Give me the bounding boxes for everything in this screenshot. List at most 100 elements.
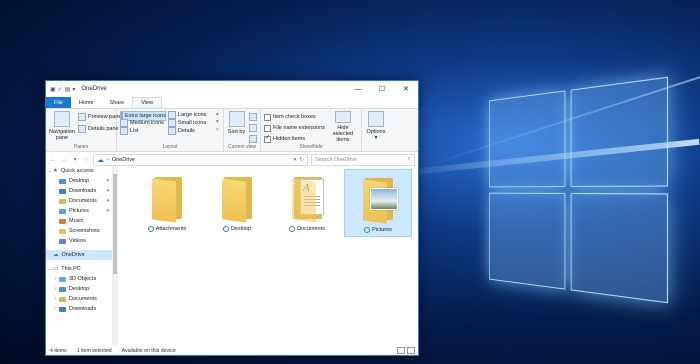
chevron-down-icon[interactable]: ▾: [294, 157, 297, 163]
chevron-right-icon[interactable]: ›: [52, 276, 59, 282]
sort-by-button[interactable]: Sort by: [227, 111, 246, 143]
new-folder-icon[interactable]: ▤: [65, 86, 71, 93]
status-bar: 4 items 1 item selected Available on thi…: [46, 346, 418, 355]
sidebar-item-quick-access[interactable]: ⌄ ★ Quick access: [46, 166, 118, 176]
checkbox-checked[interactable]: [264, 134, 271, 143]
scroll-up-icon[interactable]: ▴: [216, 111, 224, 119]
tab-file[interactable]: File: [46, 97, 71, 108]
chevron-right-icon[interactable]: ›: [52, 296, 59, 302]
chevron-right-icon[interactable]: ›: [46, 252, 53, 258]
sidebar-item-desktop[interactable]: › Desktop: [46, 284, 118, 294]
back-button[interactable]: ←: [49, 157, 57, 163]
pin-icon[interactable]: ✦: [106, 188, 110, 194]
medium-icons-option[interactable]: Medium icons: [120, 119, 166, 127]
close-button[interactable]: ✕: [394, 81, 418, 97]
details-icon: [168, 127, 176, 135]
sidebar-item-3d-objects[interactable]: › 3D Objects: [46, 274, 118, 284]
hide-selected-items-button[interactable]: Hide selected items: [328, 111, 358, 143]
add-columns-icon[interactable]: [249, 124, 257, 132]
sidebar-item-downloads[interactable]: › Downloads: [46, 304, 118, 314]
sidebar-item-documents[interactable]: Documents ✦: [46, 196, 118, 206]
scroll-down-icon[interactable]: ▾: [216, 119, 224, 127]
folder-icon: [59, 218, 66, 224]
navigation-pane-button[interactable]: Navigation pane: [49, 111, 75, 143]
options-group: Options ▾: [362, 109, 390, 151]
checkbox[interactable]: [264, 113, 271, 121]
pin-icon[interactable]: ✦: [106, 208, 110, 214]
folder-item-documents[interactable]: A Documents: [274, 169, 340, 235]
sidebar-item-documents[interactable]: › Documents: [46, 294, 118, 304]
folder-item-desktop[interactable]: Desktop: [204, 169, 270, 235]
breadcrumb-chevron-icon[interactable]: ›: [107, 157, 109, 163]
refresh-icon[interactable]: ↻: [299, 157, 304, 163]
sidebar-item-this-pc[interactable]: ⌄ ▭ This PC: [46, 264, 118, 274]
group-label: Current view: [227, 144, 257, 150]
chevron-down-icon[interactable]: ▾: [72, 86, 75, 93]
tab-share[interactable]: Share: [102, 97, 133, 108]
chevron-down-icon[interactable]: ⌄: [46, 168, 53, 174]
tab-home[interactable]: Home: [71, 97, 102, 108]
folder-icon: [59, 306, 66, 312]
sidebar-item-music[interactable]: Music: [46, 216, 118, 226]
hide-selected-icon: [334, 111, 351, 123]
folder-icon: [220, 177, 254, 223]
details-view-icon[interactable]: [397, 347, 405, 354]
current-view-group: Sort by Current view: [224, 109, 261, 151]
list-icon: [120, 127, 128, 135]
folder-icon: [59, 238, 66, 244]
scrollbar-thumb[interactable]: [113, 174, 117, 274]
star-icon: ★: [53, 168, 58, 174]
folder-icon: [59, 276, 66, 282]
properties-icon[interactable]: ✓: [58, 86, 63, 93]
chevron-right-icon[interactable]: ›: [52, 286, 59, 292]
checkbox[interactable]: [264, 124, 271, 132]
sidebar-item-desktop[interactable]: Desktop ✦: [46, 176, 118, 186]
cloud-status-icon: [147, 226, 154, 232]
sidebar-item-onedrive[interactable]: › ☁ OneDrive: [46, 250, 118, 260]
chevron-right-icon[interactable]: ›: [52, 306, 59, 312]
folder-item-pictures[interactable]: Pictures: [344, 169, 412, 237]
large-icons-icon: [168, 111, 176, 119]
breadcrumb[interactable]: OneDrive: [112, 157, 135, 163]
tab-view[interactable]: View: [132, 97, 163, 108]
item-count: 4 items: [50, 347, 67, 354]
pin-icon[interactable]: ✦: [106, 198, 110, 204]
chevron-down-icon[interactable]: ⌄: [46, 266, 53, 272]
search-icon: ⌕: [407, 156, 411, 162]
small-icons-option[interactable]: Small icons: [168, 119, 214, 127]
folder-icon: [59, 296, 66, 302]
hidden-items-toggle[interactable]: Hidden items: [264, 134, 325, 143]
details-option[interactable]: Details: [168, 127, 214, 135]
size-columns-icon[interactable]: [249, 135, 257, 143]
folder-icon[interactable]: ▣: [50, 86, 56, 93]
options-icon: [368, 111, 384, 127]
sidebar-item-downloads[interactable]: Downloads ✦: [46, 186, 118, 196]
preview-pane-button[interactable]: Preview pane: [78, 113, 121, 121]
group-by-icon[interactable]: [249, 113, 257, 121]
large-icons-option[interactable]: Large icons: [168, 111, 214, 119]
group-label: Panes: [73, 144, 89, 150]
file-name-extensions-toggle[interactable]: File name extensions: [264, 124, 325, 132]
folder-item-attachments[interactable]: Attachments: [134, 169, 200, 235]
pin-icon[interactable]: ✦: [106, 178, 110, 184]
sidebar-item-videos[interactable]: Videos: [46, 236, 118, 246]
sidebar-item-pictures[interactable]: Pictures ✦: [46, 206, 118, 216]
folder-icon: [59, 208, 66, 214]
recent-locations-button[interactable]: ▾: [71, 156, 79, 163]
search-input[interactable]: Search OneDrive ⌕: [311, 153, 415, 166]
navigation-pane: ⌄ ★ Quick access Desktop ✦ Downloads ✦ Docum…: [46, 166, 118, 346]
sidebar-item-screenshots[interactable]: Screenshots: [46, 226, 118, 236]
details-pane-icon: [78, 125, 86, 133]
up-button[interactable]: ↑: [82, 157, 90, 163]
forward-button[interactable]: →: [60, 157, 68, 163]
maximize-button[interactable]: ☐: [370, 81, 394, 97]
details-pane-button[interactable]: Details pane: [78, 125, 121, 133]
options-button[interactable]: Options ▾: [365, 111, 387, 143]
address-bar[interactable]: ☁ › OneDrive ▾ ↻: [93, 153, 308, 166]
more-icon[interactable]: ▿: [216, 127, 224, 135]
folder-icon: [59, 188, 66, 194]
minimize-button[interactable]: —: [346, 81, 370, 97]
list-option[interactable]: List: [120, 127, 166, 135]
item-check-boxes-toggle[interactable]: Item check boxes: [264, 113, 325, 121]
large-icons-view-icon[interactable]: [407, 347, 415, 354]
